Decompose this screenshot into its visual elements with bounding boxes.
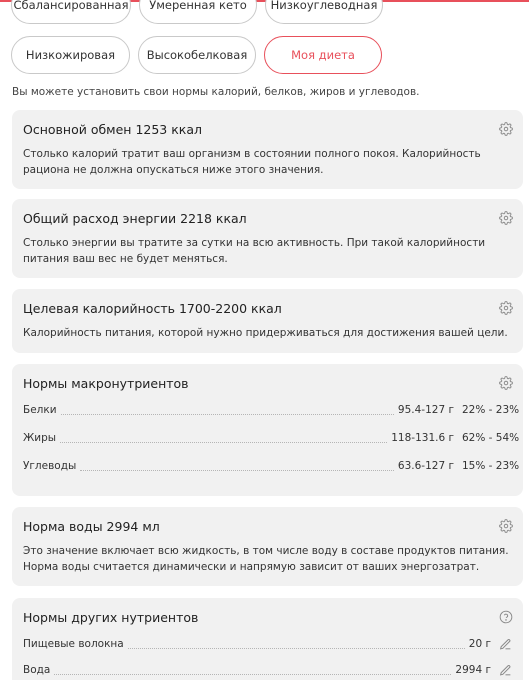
leader-dots: [60, 434, 388, 443]
macro-row-protein: Белки 95.4-127 г 22% - 23%: [23, 402, 520, 418]
macro-label: Жиры: [23, 432, 57, 444]
nutrient-row-fiber: Пищевые волокна 20 г: [23, 636, 512, 652]
leader-dots: [54, 666, 452, 675]
edit-icon[interactable]: [499, 638, 512, 651]
total-energy-description: Столько энергии вы тратите за сутки на в…: [23, 237, 486, 265]
diet-chips-row-2: Низкожировая Высокобелковая Моя диета: [11, 36, 382, 74]
macro-row-carbs: Углеводы 63.6-127 г 15% - 23%: [23, 458, 520, 474]
chip-high-protein[interactable]: Высокобелковая: [138, 36, 256, 74]
other-nutrients-card: Нормы других нутриентов Пищевые волокна …: [12, 598, 523, 680]
chip-low-carb[interactable]: Низкоуглеводная: [265, 0, 383, 24]
bmr-description: Столько калорий тратит ваш организм в со…: [23, 148, 481, 176]
total-energy-title: Общий расход энергии 2218 ккал: [23, 211, 247, 226]
gear-icon[interactable]: [499, 301, 513, 315]
macro-value: 95.4-127 г: [397, 404, 454, 416]
macro-percent: 22% - 23%: [462, 404, 520, 416]
total-energy-card: Общий расход энергии 2218 ккал Столько э…: [12, 199, 523, 278]
bmr-title: Основной обмен 1253 ккал: [23, 122, 202, 137]
chip-moderate-keto[interactable]: Умеренная кето: [139, 0, 257, 24]
macro-percent: 15% - 23%: [462, 460, 520, 472]
hint-text: Вы можете установить свои нормы калорий,…: [12, 86, 420, 98]
water-description: Это значение включает всю жидкость, в то…: [23, 545, 509, 573]
water-card: Норма воды 2994 мл Это значение включает…: [12, 507, 523, 586]
macro-value: 118-131.6 г: [391, 432, 454, 444]
nutrient-value: 2994 г: [455, 664, 491, 676]
gear-icon[interactable]: [499, 211, 513, 225]
leader-dots: [80, 462, 394, 471]
chip-low-fat[interactable]: Низкожировая: [11, 36, 130, 74]
macros-card: Нормы макронутриентов Белки 95.4-127 г 2…: [12, 364, 523, 496]
leader-dots: [127, 640, 465, 649]
target-calories-title: Целевая калорийность 1700-2200 ккал: [23, 301, 282, 316]
target-calories-card: Целевая калорийность 1700-2200 ккал Кало…: [12, 289, 523, 353]
macro-row-fat: Жиры 118-131.6 г 62% - 54%: [23, 430, 520, 446]
bmr-card: Основной обмен 1253 ккал Столько калорий…: [12, 110, 523, 189]
help-icon[interactable]: [499, 610, 513, 624]
macro-label: Углеводы: [23, 460, 77, 472]
target-calories-description: Калорийность питания, которой нужно прид…: [23, 327, 508, 339]
leader-dots: [60, 406, 394, 415]
chip-balanced[interactable]: Сбалансированная: [11, 0, 131, 24]
water-title: Норма воды 2994 мл: [23, 519, 160, 534]
nutrient-value: 20 г: [468, 638, 491, 650]
other-nutrients-title: Нормы других нутриентов: [23, 610, 199, 625]
gear-icon[interactable]: [499, 519, 513, 533]
macro-value: 63.6-127 г: [397, 460, 454, 472]
gear-icon[interactable]: [499, 122, 513, 136]
nutrient-label: Вода: [23, 664, 51, 676]
nutrient-row-water: Вода 2994 г: [23, 662, 512, 678]
chip-my-diet[interactable]: Моя диета: [264, 36, 382, 74]
macro-percent: 62% - 54%: [462, 432, 520, 444]
edit-icon[interactable]: [499, 664, 512, 677]
nutrient-label: Пищевые волокна: [23, 638, 124, 650]
macro-label: Белки: [23, 404, 57, 416]
macros-title: Нормы макронутриентов: [23, 376, 189, 391]
diet-chips-row-1: Сбалансированная Умеренная кето Низкоугл…: [11, 0, 383, 24]
gear-icon[interactable]: [499, 376, 513, 390]
